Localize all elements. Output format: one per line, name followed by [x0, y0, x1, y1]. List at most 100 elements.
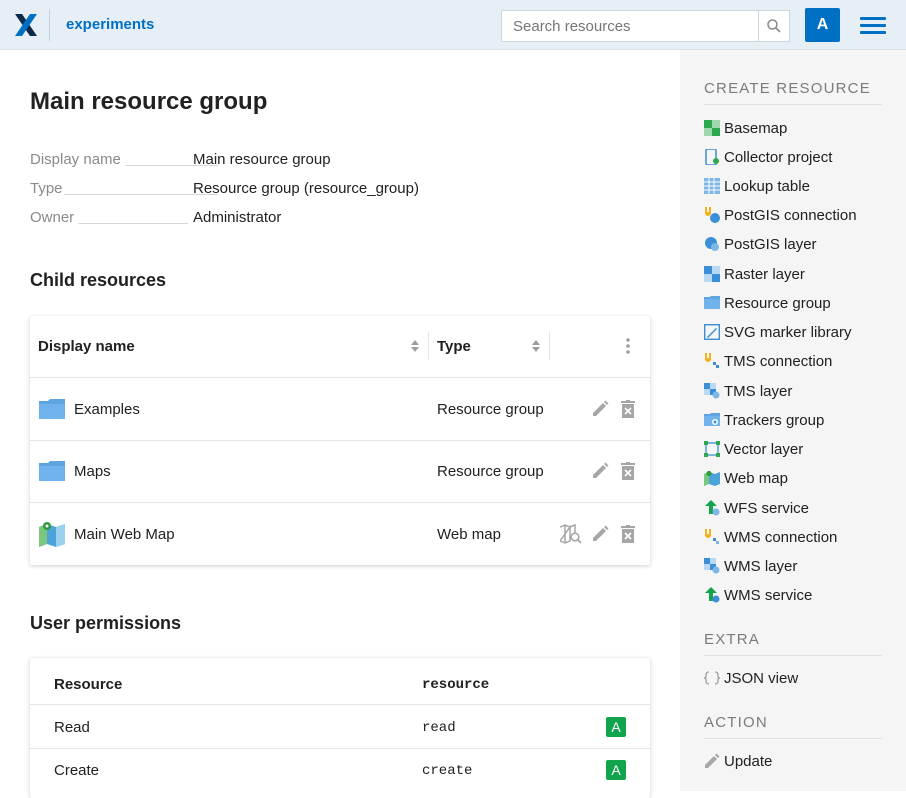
raster-layer-icon: [704, 266, 720, 282]
column-header-type[interactable]: Type: [437, 338, 471, 355]
info-value: Resource group (resource_group): [193, 180, 419, 197]
sidebar-item-label: Raster layer: [724, 265, 805, 283]
status-badge: A: [606, 717, 626, 737]
column-header-code: resource: [422, 677, 490, 693]
delete-icon[interactable]: [621, 400, 635, 418]
sidebar-item-label: JSON view: [724, 669, 799, 687]
create-trackers-group[interactable]: Trackers group: [704, 410, 824, 430]
update-link[interactable]: Update: [704, 751, 772, 771]
child-resources-table: Display name Type Examples Resource grou…: [30, 316, 650, 565]
vector-layer-icon: [704, 441, 720, 457]
header: experiments A: [0, 0, 906, 50]
column-header-display-name[interactable]: Display name: [38, 338, 135, 355]
column-header-resource: Resource: [54, 676, 123, 693]
resource-name-link[interactable]: Main Web Map: [74, 526, 175, 543]
resource-type: Resource group: [437, 463, 544, 480]
map-search-icon[interactable]: [560, 524, 582, 544]
sidebar-item-label: PostGIS connection: [724, 206, 857, 224]
resource-type: Web map: [437, 526, 501, 543]
action-heading: ACTION: [704, 714, 882, 739]
json-view-link[interactable]: JSON view: [704, 668, 798, 688]
webmap-icon: [39, 522, 65, 547]
more-vert-icon[interactable]: [625, 338, 631, 354]
sidebar-item-label: WMS layer: [724, 557, 798, 575]
column-divider: [549, 332, 550, 360]
create-svg-marker-library[interactable]: SVG marker library: [704, 322, 852, 342]
sort-icon[interactable]: [532, 340, 540, 352]
create-postgis-connection[interactable]: PostGIS connection: [704, 205, 857, 225]
wms-service-icon: [705, 587, 720, 603]
info-key: Type: [30, 180, 63, 197]
sidebar-item-label: WFS service: [724, 499, 810, 517]
table-row: Create create A: [30, 749, 650, 792]
nextgis-logo[interactable]: [14, 12, 38, 38]
json-icon: [704, 671, 720, 685]
sidebar-item-label: TMS layer: [724, 382, 793, 400]
create-wms-layer[interactable]: WMS layer: [704, 556, 797, 576]
delete-icon[interactable]: [621, 462, 635, 480]
column-divider: [428, 332, 429, 360]
edit-icon[interactable]: [591, 462, 609, 480]
sidebar: CREATE RESOURCE Basemap Collector projec…: [680, 50, 906, 791]
info-row-type: Type Resource group (resource_group): [30, 180, 590, 200]
logo-divider: [49, 9, 50, 41]
permission-label: Read: [54, 719, 90, 736]
resource-name-link[interactable]: Examples: [74, 401, 140, 418]
sidebar-item-label: TMS connection: [724, 352, 833, 370]
avatar[interactable]: A: [805, 8, 840, 42]
resource-name-link[interactable]: Maps: [74, 463, 111, 480]
edit-icon[interactable]: [591, 400, 609, 418]
permission-code: read: [422, 720, 456, 736]
create-raster-layer[interactable]: Raster layer: [704, 264, 805, 284]
resource-type: Resource group: [437, 401, 544, 418]
create-resource-group[interactable]: Resource group: [704, 293, 831, 313]
edit-icon[interactable]: [591, 525, 609, 543]
postgis-layer-icon: [705, 237, 719, 251]
permissions-table: Resource resource Read read A Create cre…: [30, 658, 650, 798]
info-value: Administrator: [193, 209, 282, 226]
create-wms-connection[interactable]: WMS connection: [704, 527, 837, 547]
table-row[interactable]: Main Web Map Web map: [30, 503, 650, 565]
menu-icon[interactable]: [860, 16, 886, 36]
info-row-display-name: Display name Main resource group: [30, 151, 590, 171]
sidebar-item-label: Collector project: [724, 148, 833, 166]
create-basemap[interactable]: Basemap: [704, 118, 787, 138]
sidebar-item-label: Update: [724, 752, 773, 770]
create-tms-connection[interactable]: TMS connection: [704, 351, 832, 371]
search-button[interactable]: [758, 10, 790, 42]
sidebar-item-label: SVG marker library: [724, 323, 852, 341]
sort-icon[interactable]: [411, 340, 419, 352]
table-row[interactable]: Examples Resource group: [30, 378, 650, 440]
create-postgis-layer[interactable]: PostGIS layer: [704, 234, 817, 254]
basemap-icon: [704, 120, 720, 136]
page-title: Main resource group: [30, 88, 268, 115]
folder-icon: [704, 296, 720, 309]
create-wms-service[interactable]: WMS service: [704, 585, 812, 605]
info-row-owner: Owner Administrator: [30, 209, 590, 229]
child-resources-title: Child resources: [30, 270, 167, 290]
create-tms-layer[interactable]: TMS layer: [704, 381, 792, 401]
create-collector-project[interactable]: Collector project: [704, 147, 832, 167]
folder-icon: [39, 461, 65, 481]
create-wfs-service[interactable]: WFS service: [704, 498, 809, 518]
app-title[interactable]: experiments: [66, 16, 154, 33]
wms-layer-icon: [704, 558, 720, 574]
info-value: Main resource group: [193, 151, 331, 168]
create-lookup-table[interactable]: Lookup table: [704, 176, 810, 196]
sidebar-item-label: PostGIS layer: [724, 235, 817, 253]
table-row[interactable]: Maps Resource group: [30, 441, 650, 502]
delete-icon[interactable]: [621, 525, 635, 543]
sidebar-item-label: Web map: [724, 469, 788, 487]
extra-heading: EXTRA: [704, 631, 882, 656]
search-input[interactable]: [501, 10, 759, 42]
create-vector-layer[interactable]: Vector layer: [704, 439, 803, 459]
trackers-group-icon: [704, 413, 720, 426]
sidebar-item-label: Trackers group: [724, 411, 825, 429]
sidebar-item-label: WMS service: [724, 586, 813, 604]
folder-icon: [39, 399, 65, 419]
divider: [78, 223, 188, 224]
wms-connection-icon: [705, 529, 719, 544]
create-web-map[interactable]: Web map: [704, 468, 788, 488]
sidebar-item-label: Lookup table: [724, 177, 810, 195]
tms-layer-icon: [704, 383, 720, 399]
